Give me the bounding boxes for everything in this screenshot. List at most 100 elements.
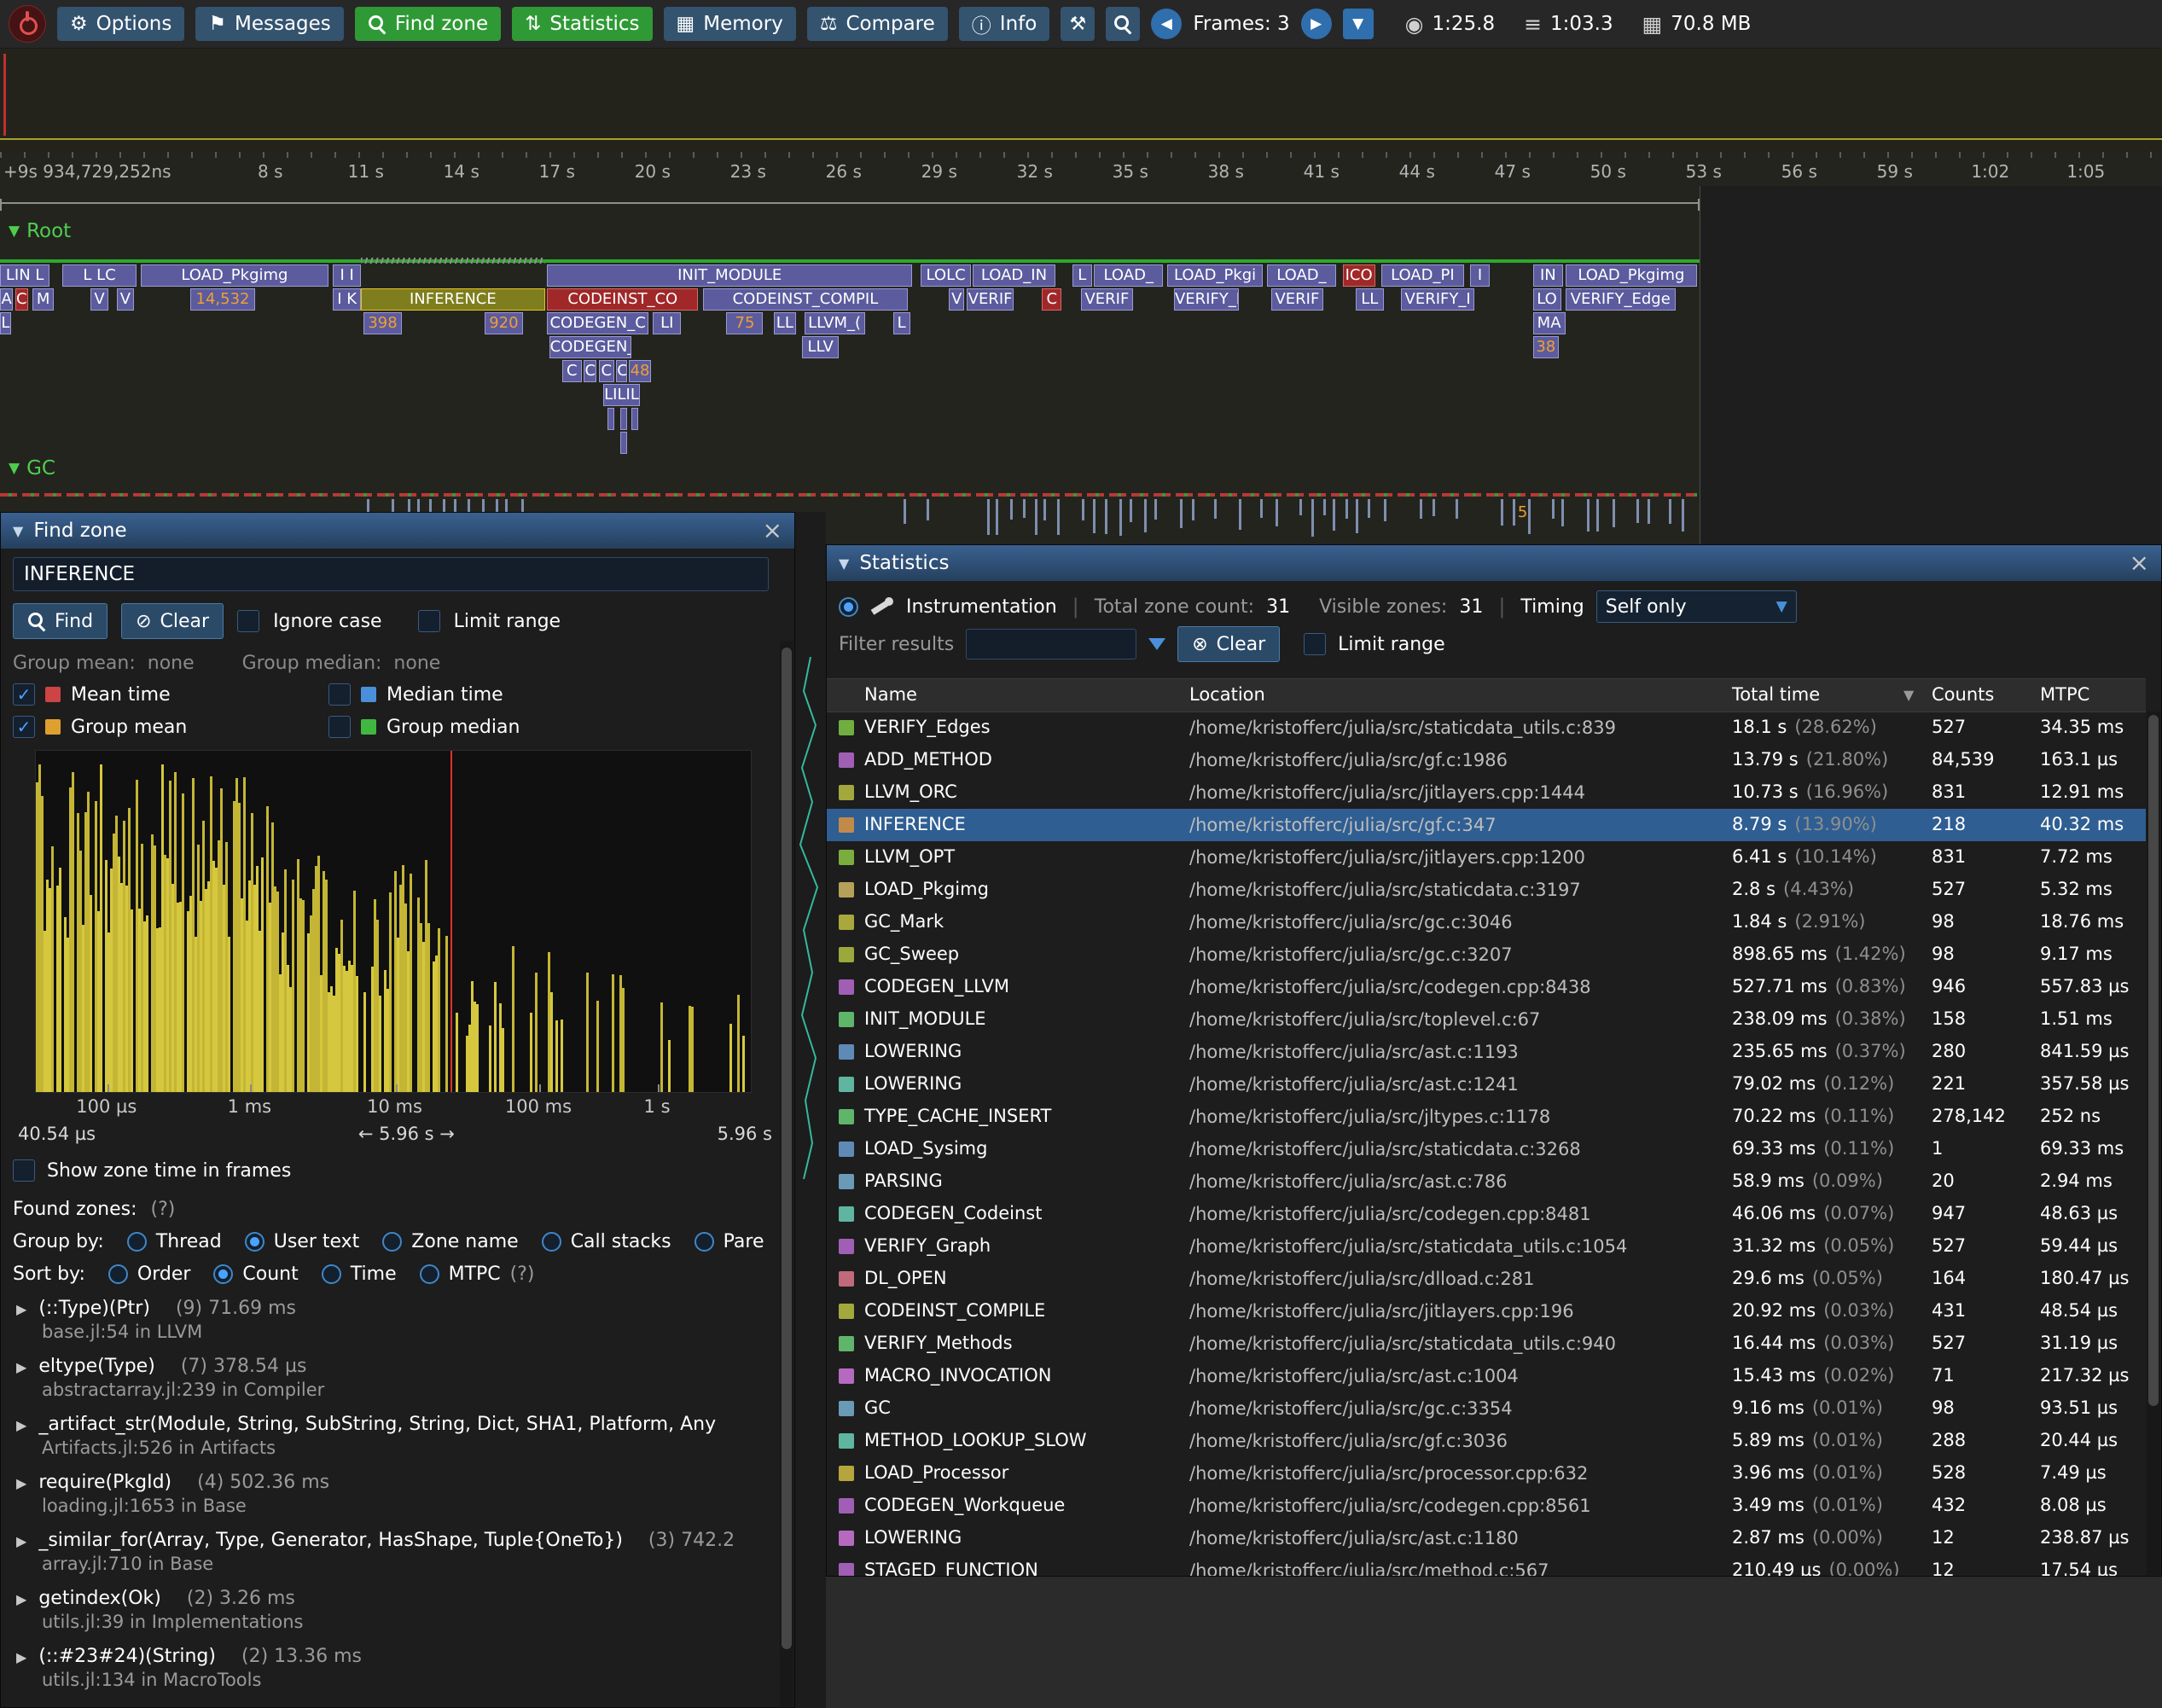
legend-checkbox[interactable]: [328, 716, 351, 738]
filter-input[interactable]: [966, 629, 1136, 659]
timeline-zone-c[interactable]: C: [616, 360, 627, 382]
statistics-titlebar[interactable]: ▼ Statistics ×: [827, 545, 2161, 581]
timeline-zone-v[interactable]: V: [117, 288, 134, 311]
tools-icon-button[interactable]: ⚒: [1061, 7, 1095, 41]
timeline-zone-c[interactable]: C: [584, 360, 596, 382]
instrumentation-radio[interactable]: [839, 597, 858, 617]
range-span-label[interactable]: ← 5.96 s →: [358, 1124, 455, 1144]
stats-row-load_pkgimg[interactable]: LOAD_Pkgimg/home/kristofferc/julia/src/s…: [827, 874, 2146, 906]
timeline-zone-l-lc[interactable]: L LC: [62, 264, 136, 287]
stats-row-codegen_codeinst[interactable]: CODEGEN_Codeinst/home/kristofferc/julia/…: [827, 1198, 2146, 1230]
ignore-case-checkbox[interactable]: [237, 610, 259, 632]
stats-row-llvm_opt[interactable]: LLVM_OPT/home/kristofferc/julia/src/jitl…: [827, 841, 2146, 874]
found-zone-item[interactable]: ▶_artifact_str(Module, String, SubString…: [13, 1409, 782, 1467]
expand-arrow-icon[interactable]: ▶: [16, 1475, 26, 1491]
histogram-plot[interactable]: [35, 750, 752, 1093]
help-hint[interactable]: (?): [510, 1264, 535, 1285]
find-zone-search-input[interactable]: [13, 557, 769, 591]
timeline-zone-li[interactable]: LI: [653, 312, 681, 334]
timeline-zone-lilil[interactable]: LILIL: [603, 384, 640, 406]
toolbar-button-info[interactable]: ⓘInfo: [959, 7, 1050, 41]
timeline-zone-c[interactable]: C: [15, 288, 28, 311]
frame-next-button[interactable]: ▶: [1301, 9, 1332, 39]
timeline-zone-14-532[interactable]: 14,532: [190, 288, 255, 311]
stats-row-load_processor[interactable]: LOAD_Processor/home/kristofferc/julia/sr…: [827, 1457, 2146, 1490]
stats-row-lowering[interactable]: LOWERING/home/kristofferc/julia/src/ast.…: [827, 1036, 2146, 1068]
stats-row-parsing[interactable]: PARSING/home/kristofferc/julia/src/ast.c…: [827, 1165, 2146, 1198]
stats-row-verify_edges[interactable]: VERIFY_Edges/home/kristofferc/julia/src/…: [827, 712, 2146, 744]
radio-order[interactable]: [108, 1264, 128, 1284]
timeline-zone-i[interactable]: I: [1470, 264, 1490, 287]
timeline-zone-v[interactable]: V: [949, 288, 964, 311]
toolbar-button-statistics[interactable]: ⇅Statistics: [512, 7, 652, 41]
timeline-zone-load-pkgimg[interactable]: LOAD_Pkgimg: [1566, 264, 1698, 287]
legend-checkbox[interactable]: [328, 683, 351, 706]
timeline-zone-398[interactable]: 398: [363, 312, 403, 334]
collapse-icon[interactable]: ▼: [13, 523, 23, 539]
timeline-zone-load-[interactable]: LOAD_: [1267, 264, 1336, 287]
toolbar-button-messages[interactable]: ⚑Messages: [195, 7, 343, 41]
timeline-zone-m[interactable]: M: [32, 288, 54, 311]
radio-mtpc[interactable]: [420, 1264, 439, 1284]
timeline-zone-38[interactable]: 38: [1533, 336, 1559, 358]
gc-section-label[interactable]: ▼ GC: [9, 457, 55, 479]
stats-row-codegen_llvm[interactable]: CODEGEN_LLVM/home/kristofferc/julia/src/…: [827, 971, 2146, 1003]
column-header-total-time[interactable]: Total time: [1732, 684, 1820, 705]
timeline-zone-verif[interactable]: VERIF: [1081, 288, 1133, 311]
stats-row-init_module[interactable]: INIT_MODULE/home/kristofferc/julia/src/t…: [827, 1003, 2146, 1036]
timeline-zone-v[interactable]: V: [90, 288, 108, 311]
stats-row-method_lookup_slow[interactable]: METHOD_LOOKUP_SLOW/home/kristofferc/juli…: [827, 1425, 2146, 1457]
stats-row-staged_function[interactable]: STAGED_FUNCTION/home/kristofferc/julia/s…: [827, 1554, 2146, 1576]
timeline-zone-load-in[interactable]: LOAD_IN: [973, 264, 1055, 287]
timeline-zone-lin-l[interactable]: LIN L: [0, 264, 49, 287]
stats-row-inference[interactable]: INFERENCE/home/kristofferc/julia/src/gf.…: [827, 809, 2146, 841]
timeline-zone-c[interactable]: C: [562, 360, 582, 382]
timeline-zone-verif[interactable]: VERIF: [1271, 288, 1323, 311]
radio-user-text[interactable]: [245, 1232, 264, 1252]
toolbar-button-options[interactable]: ⚙Options: [57, 7, 184, 41]
stats-scrollbar[interactable]: [2147, 712, 2160, 1575]
stats-row-gc_sweep[interactable]: GC_Sweep/home/kristofferc/julia/src/gc.c…: [827, 938, 2146, 971]
radio-count[interactable]: [213, 1264, 233, 1284]
expand-arrow-icon[interactable]: ▶: [16, 1417, 26, 1433]
stats-row-lowering[interactable]: LOWERING/home/kristofferc/julia/src/ast.…: [827, 1068, 2146, 1101]
timeline-zone-c[interactable]: C: [599, 360, 614, 382]
legend-checkbox[interactable]: ✓: [13, 683, 35, 706]
toolbar-button-memory[interactable]: ▦Memory: [664, 7, 796, 41]
limit-range-checkbox[interactable]: [418, 610, 440, 632]
timeline-zone-in[interactable]: IN: [1533, 264, 1563, 287]
find-zone-titlebar[interactable]: ▼ Find zone ×: [1, 513, 794, 549]
frame-dropdown-button[interactable]: ▼: [1343, 9, 1374, 39]
column-header-counts[interactable]: Counts: [1932, 684, 1994, 705]
timeline-zone-verify-e[interactable]: VERIFY_E: [1174, 288, 1239, 311]
scrollbar-thumb[interactable]: [782, 648, 792, 1649]
timeline-zone[interactable]: [620, 408, 627, 430]
stats-row-macro_invocation[interactable]: MACRO_INVOCATION/home/kristofferc/julia/…: [827, 1360, 2146, 1392]
found-zone-item[interactable]: ▶require(PkgId)(4) 502.36 msloading.jl:1…: [13, 1467, 782, 1525]
timeline-zone-c[interactable]: C: [1042, 288, 1061, 311]
power-button[interactable]: [9, 5, 46, 43]
show-zone-time-checkbox[interactable]: [13, 1159, 35, 1182]
column-header-name[interactable]: Name: [864, 684, 917, 705]
stats-limit-range-checkbox[interactable]: [1304, 633, 1326, 655]
found-zone-item[interactable]: ▶_similar_for(Array, Type, Generator, Ha…: [13, 1525, 782, 1583]
found-zone-item[interactable]: ▶getindex(Ok)(2) 3.26 msutils.jl:39 in I…: [13, 1583, 782, 1641]
timeline-zone[interactable]: [620, 432, 627, 454]
timeline-ruler[interactable]: +9s 934,729,252ns8 s11 s14 s17 s20 s23 s…: [0, 152, 2162, 186]
timing-select[interactable]: Self only ▼: [1596, 590, 1797, 623]
timeline-zone-verify-i[interactable]: VERIFY_I: [1401, 288, 1474, 311]
frame-prev-button[interactable]: ◀: [1151, 9, 1182, 39]
root-section-label[interactable]: ▼ Root: [9, 220, 71, 242]
timeline-zone-lolc[interactable]: LOLC: [921, 264, 970, 287]
timeline-zone-load-[interactable]: LOAD_: [1094, 264, 1163, 287]
filter-clear-button[interactable]: ⊗ Clear: [1177, 626, 1280, 662]
timeline-zone-codeinst-compil[interactable]: CODEINST_COMPIL: [703, 288, 909, 311]
help-hint[interactable]: (?): [151, 1199, 176, 1220]
stats-row-type_cache_insert[interactable]: TYPE_CACHE_INSERT/home/kristofferc/julia…: [827, 1101, 2146, 1133]
stats-row-codeinst_compile[interactable]: CODEINST_COMPILE/home/kristofferc/julia/…: [827, 1295, 2146, 1327]
stats-row-load_sysimg[interactable]: LOAD_Sysimg/home/kristofferc/julia/src/s…: [827, 1133, 2146, 1165]
stats-row-add_method[interactable]: ADD_METHOD/home/kristofferc/julia/src/gf…: [827, 744, 2146, 776]
expand-arrow-icon[interactable]: ▶: [16, 1591, 26, 1607]
sort-arrow-icon[interactable]: ▼: [1903, 687, 1914, 703]
expand-arrow-icon[interactable]: ▶: [16, 1301, 26, 1317]
